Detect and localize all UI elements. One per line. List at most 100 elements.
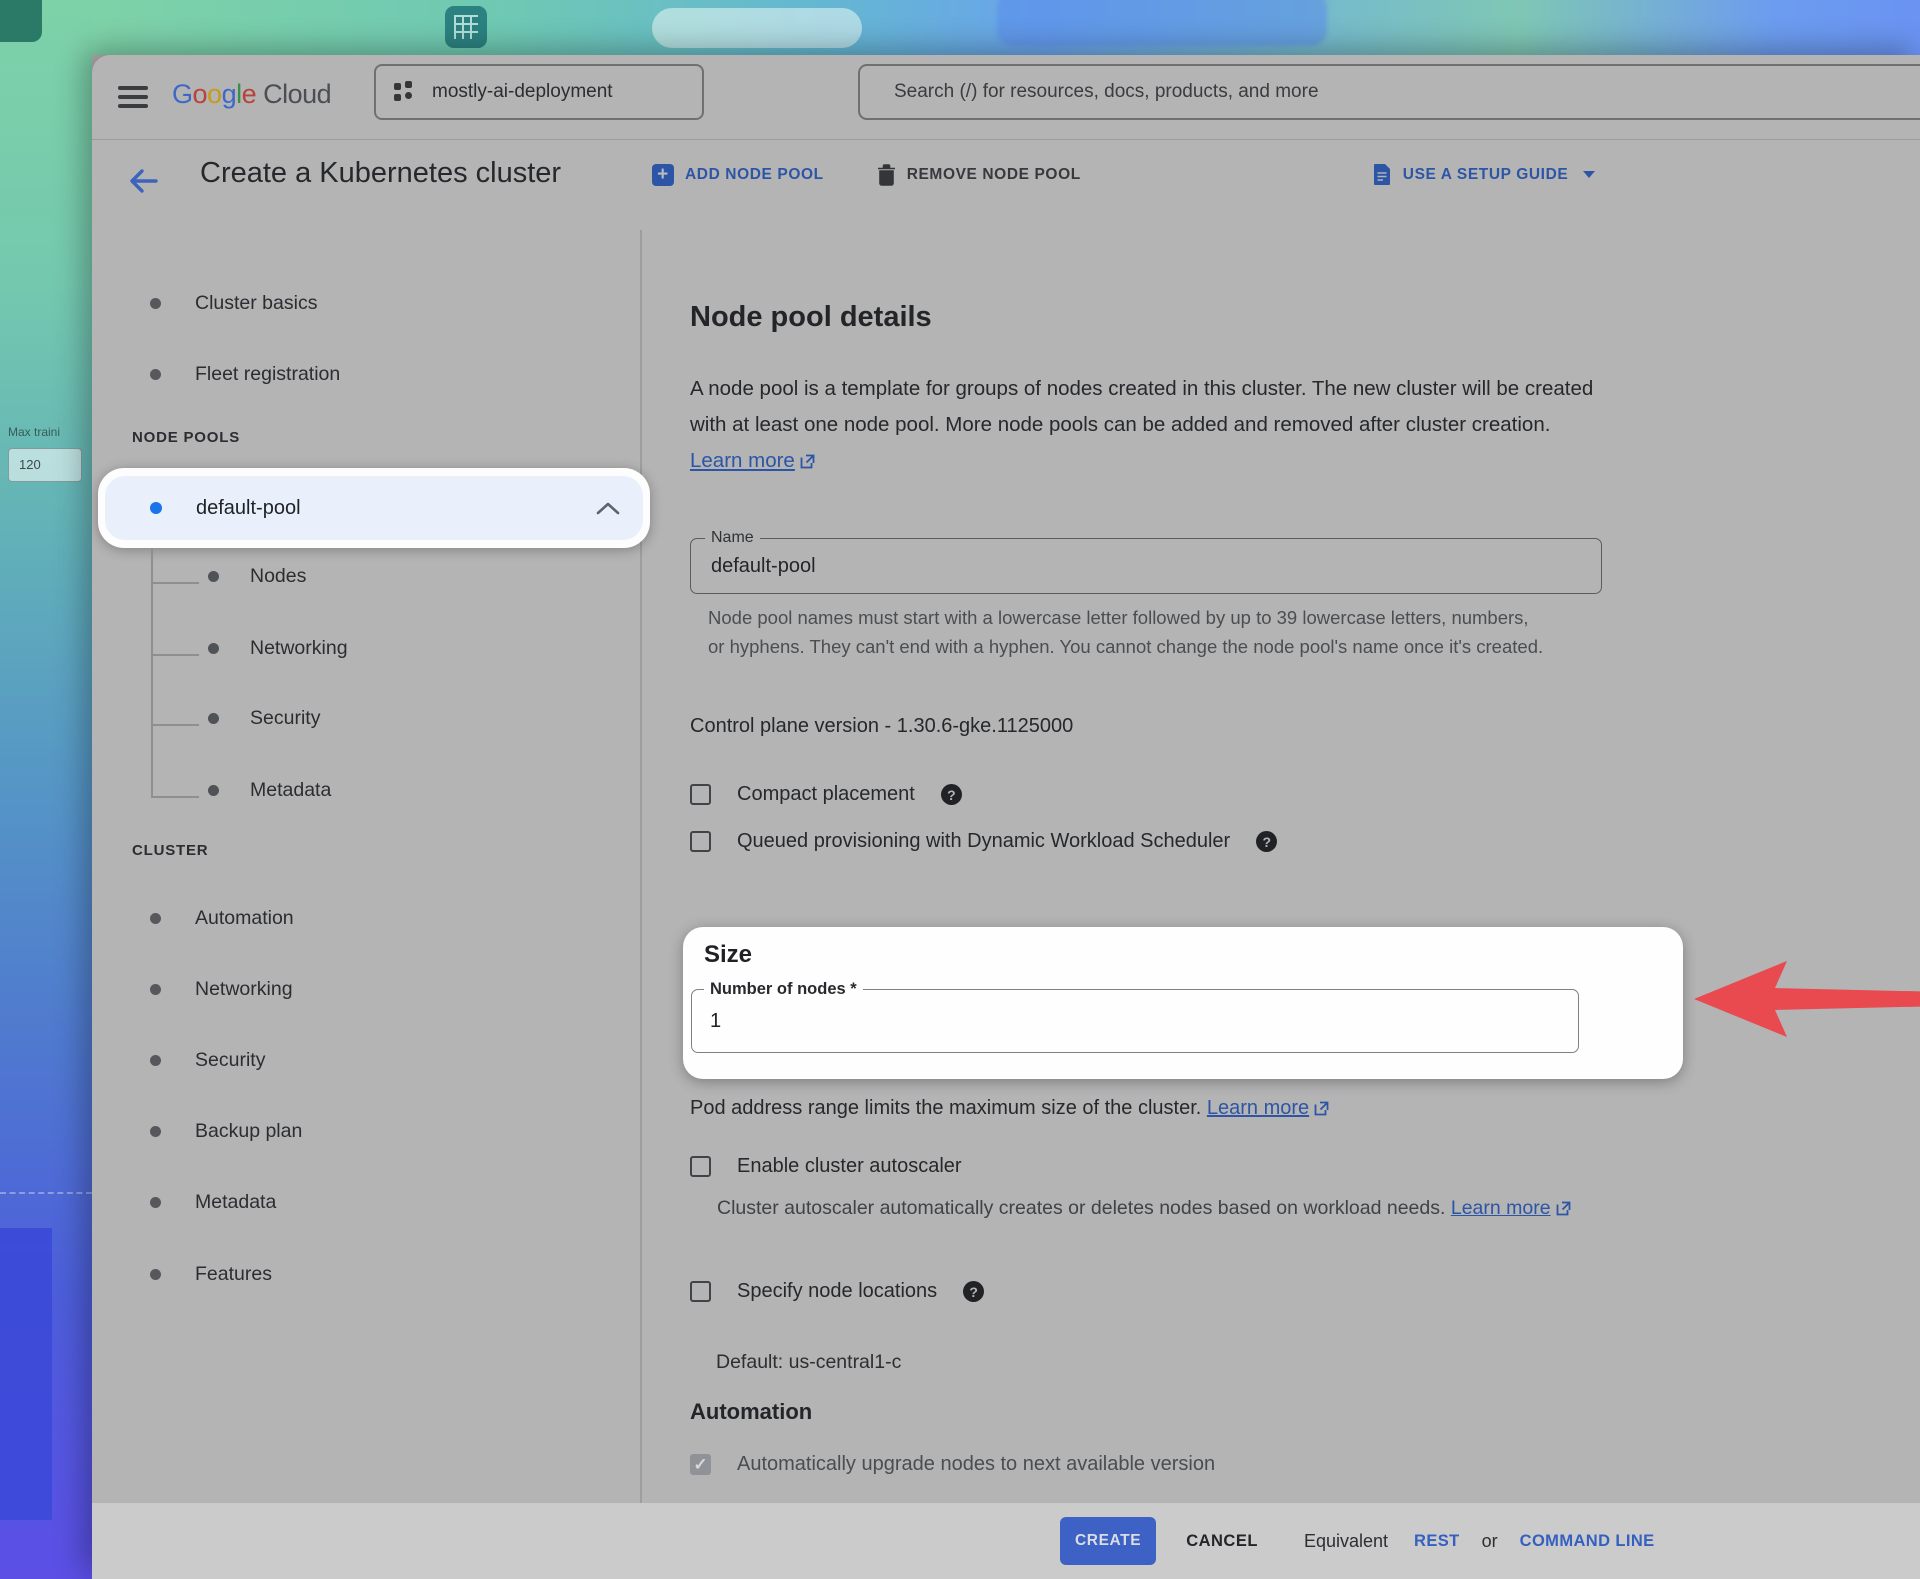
bullet-icon	[150, 1197, 161, 1208]
remove-node-pool-button[interactable]: REMOVE NODE POOL	[877, 164, 1081, 186]
help-icon[interactable]: ?	[1256, 831, 1277, 852]
caret-down-icon	[1583, 171, 1595, 178]
back-button[interactable]	[126, 163, 166, 203]
background-app-icon	[445, 6, 487, 48]
queued-provisioning-checkbox[interactable]	[690, 831, 711, 852]
background-tile	[0, 0, 42, 42]
learn-more-link[interactable]: Learn more	[690, 449, 795, 472]
sidebar-item-automation[interactable]: Automation	[150, 907, 294, 930]
node-pool-intro: A node pool is a template for groups of …	[690, 371, 1608, 481]
help-icon[interactable]: ?	[963, 1281, 984, 1302]
top-app-bar: GoogleCloud mostly-ai-deployment	[92, 55, 1920, 140]
pod-range-note: Pod address range limits the maximum siz…	[690, 1097, 1329, 1122]
action-footer: CREATE CANCEL Equivalent REST or COMMAND…	[92, 1503, 1920, 1579]
cluster-autoscaler-checkbox[interactable]	[690, 1156, 711, 1177]
tree-line	[151, 724, 199, 726]
size-heading: Size	[704, 941, 752, 969]
bullet-icon	[208, 785, 219, 796]
sidebar-item-pool-security[interactable]: Security	[208, 707, 320, 730]
use-setup-guide-button[interactable]: USE A SETUP GUIDE	[1373, 163, 1596, 186]
menu-icon[interactable]	[118, 86, 148, 108]
default-pool-selected-row[interactable]: default-pool	[105, 476, 643, 540]
external-link-icon	[1556, 1201, 1571, 1216]
tree-line	[151, 796, 199, 798]
sidebar-item-default-pool[interactable]: default-pool	[98, 468, 650, 548]
sidebar-item-cluster-basics[interactable]: Cluster basics	[150, 292, 317, 315]
sidebar-item-fleet-registration[interactable]: Fleet registration	[150, 363, 340, 386]
desktop-background-top	[92, 0, 1920, 55]
background-value-box: 120	[8, 448, 82, 482]
background-pill	[652, 8, 862, 48]
cluster-autoscaler-description: Cluster autoscaler automatically creates…	[717, 1191, 1589, 1228]
sidebar-item-pool-networking[interactable]: Networking	[208, 637, 348, 660]
search-input[interactable]	[860, 81, 1920, 103]
trash-icon	[877, 164, 896, 186]
background-caption: Max traini	[8, 425, 60, 439]
equivalent-label: Equivalent	[1304, 1531, 1388, 1552]
chevron-up-icon	[595, 500, 621, 516]
or-label: or	[1482, 1531, 1498, 1552]
bullet-icon	[208, 643, 219, 654]
sidebar-item-security[interactable]: Security	[150, 1049, 265, 1072]
page-section-heading: Node pool details	[690, 301, 932, 334]
bullet-icon	[150, 913, 161, 924]
external-link-icon	[800, 454, 815, 469]
bullet-icon	[208, 571, 219, 582]
bullet-icon	[150, 369, 161, 380]
command-line-link[interactable]: COMMAND LINE	[1520, 1532, 1655, 1551]
name-field: Name	[690, 538, 1602, 594]
sidebar-item-nodes[interactable]: Nodes	[208, 565, 306, 588]
bullet-icon	[150, 502, 162, 514]
project-icon	[394, 81, 416, 103]
rest-link[interactable]: REST	[1414, 1532, 1460, 1551]
header-actions: + ADD NODE POOL REMOVE NODE POOL USE A S…	[652, 163, 1595, 186]
help-icon[interactable]: ?	[941, 784, 962, 805]
tree-line	[151, 654, 199, 656]
section-label-node-pools: NODE POOLS	[132, 429, 240, 446]
sidebar-item-metadata[interactable]: Metadata	[150, 1191, 276, 1214]
sidebar-item-pool-metadata[interactable]: Metadata	[208, 779, 331, 802]
name-input[interactable]	[691, 539, 1601, 593]
project-name: mostly-ai-deployment	[432, 81, 613, 103]
tree-line	[151, 548, 153, 796]
auto-upgrade-checkbox[interactable]: ✓	[690, 1454, 711, 1475]
background-divider	[0, 1192, 92, 1194]
add-node-pool-button[interactable]: + ADD NODE POOL	[652, 164, 824, 186]
cancel-button[interactable]: CANCEL	[1186, 1532, 1258, 1551]
sidebar-item-networking[interactable]: Networking	[150, 978, 293, 1001]
node-locations-checkbox[interactable]	[690, 1281, 711, 1302]
sidebar-item-features[interactable]: Features	[150, 1263, 272, 1286]
create-button[interactable]: CREATE	[1060, 1517, 1156, 1565]
compact-placement-checkbox[interactable]	[690, 784, 711, 805]
page-title: Create a Kubernetes cluster	[200, 157, 561, 190]
desktop-background-left: Max traini 120	[0, 0, 92, 1579]
back-arrow-icon	[126, 163, 162, 199]
section-label-cluster: CLUSTER	[132, 842, 208, 859]
google-cloud-logo: GoogleCloud	[172, 79, 331, 110]
auto-upgrade-row: ✓ Automatically upgrade nodes to next av…	[690, 1453, 1215, 1476]
project-selector[interactable]: mostly-ai-deployment	[374, 64, 704, 120]
external-link-icon	[1314, 1101, 1329, 1116]
sidebar-divider	[640, 230, 642, 1503]
cluster-autoscaler-row: Enable cluster autoscaler	[690, 1155, 962, 1178]
default-location-text: Default: us-central1-c	[716, 1351, 901, 1374]
bullet-icon	[150, 1126, 161, 1137]
document-icon	[1373, 163, 1392, 186]
bullet-icon	[150, 1269, 161, 1280]
number-of-nodes-field: Number of nodes *	[691, 989, 1579, 1053]
compact-placement-row: Compact placement ?	[690, 783, 962, 806]
gcloud-console-sheet: GoogleCloud mostly-ai-deployment Create …	[92, 55, 1920, 1579]
background-blob	[997, 0, 1327, 46]
automation-heading: Automation	[690, 1399, 812, 1425]
bullet-icon	[150, 298, 161, 309]
control-plane-version: Control plane version - 1.30.6-gke.11250…	[690, 715, 1073, 738]
name-helper-text: Node pool names must start with a lowerc…	[708, 603, 1544, 661]
bullet-icon	[208, 713, 219, 724]
annotation-arrow-icon	[1692, 958, 1920, 1043]
number-of-nodes-input[interactable]	[692, 990, 1578, 1052]
learn-more-link[interactable]: Learn more	[1451, 1197, 1551, 1219]
size-section-card: Size Number of nodes *	[683, 927, 1683, 1079]
bullet-icon	[150, 984, 161, 995]
learn-more-link[interactable]: Learn more	[1207, 1097, 1309, 1119]
sidebar-item-backup-plan[interactable]: Backup plan	[150, 1120, 302, 1143]
